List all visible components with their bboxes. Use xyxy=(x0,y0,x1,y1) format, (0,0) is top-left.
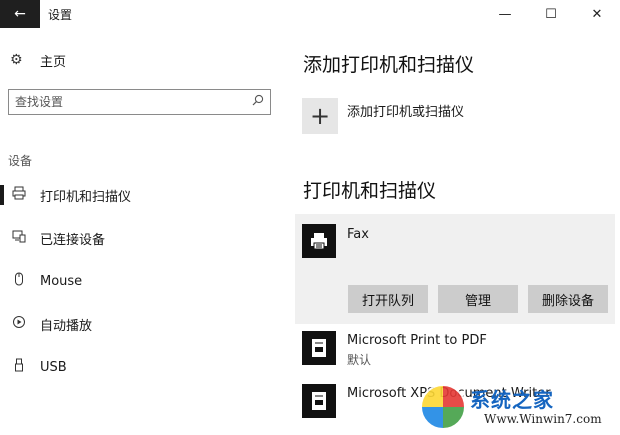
search-icon[interactable] xyxy=(252,94,264,110)
sidebar-item-autoplay[interactable]: 自动播放 xyxy=(0,307,290,341)
maximize-icon: ☐ xyxy=(545,6,557,22)
search-input[interactable] xyxy=(9,90,234,114)
sidebar-item-label: 打印机和扫描仪 xyxy=(40,189,132,205)
printer-item-fax[interactable]: Fax 打开队列 管理 删除设备 xyxy=(295,214,615,324)
add-printer-button[interactable]: + xyxy=(302,98,338,134)
close-button[interactable]: ✕ xyxy=(574,0,620,28)
plus-icon: + xyxy=(309,102,331,130)
window-title: 设置 xyxy=(48,8,73,22)
sidebar: ⚙ 主页 设备 打印机和扫描仪 已连接设备 Mouse 自动播放 xyxy=(0,28,290,435)
printer-name: Fax xyxy=(347,227,369,242)
sidebar-item-mouse[interactable]: Mouse xyxy=(0,264,290,298)
sidebar-item-label: Mouse xyxy=(40,273,83,289)
windows-logo-icon xyxy=(420,384,466,430)
maximize-button[interactable]: ☐ xyxy=(528,0,574,28)
open-queue-button[interactable]: 打开队列 xyxy=(348,285,428,313)
sidebar-item-label: 已连接设备 xyxy=(40,232,106,248)
sidebar-item-printers[interactable]: 打印机和扫描仪 xyxy=(0,178,290,212)
main-content: 添加打印机和扫描仪 + 添加打印机或扫描仪 打印机和扫描仪 Fax 打开队列 管… xyxy=(295,28,620,435)
printer-actions: 打开队列 管理 删除设备 xyxy=(348,285,608,313)
sidebar-item-usb[interactable]: USB xyxy=(0,350,290,384)
remove-device-button[interactable]: 删除设备 xyxy=(528,285,608,313)
printer-icon xyxy=(10,186,28,204)
watermark-url: Www.Winwin7.com xyxy=(484,412,602,426)
title-bar: ← 设置 — ☐ ✕ xyxy=(0,0,620,28)
fax-printer-icon xyxy=(302,224,336,258)
add-printer-label[interactable]: 添加打印机或扫描仪 xyxy=(347,101,464,120)
sidebar-item-label: 自动播放 xyxy=(40,318,93,334)
window-controls: — ☐ ✕ xyxy=(482,0,620,28)
home-label: 主页 xyxy=(40,54,67,70)
mouse-icon xyxy=(10,272,28,290)
section-label-devices: 设备 xyxy=(8,154,33,168)
xps-printer-icon xyxy=(302,384,336,418)
search-box xyxy=(8,89,271,115)
back-arrow-icon: ← xyxy=(14,6,26,22)
sidebar-item-connected-devices[interactable]: 已连接设备 xyxy=(0,221,290,255)
pdf-printer-icon xyxy=(302,331,336,365)
printer-name: Microsoft Print to PDF xyxy=(347,333,487,348)
watermark: 系统之家 Www.Winwin7.com xyxy=(420,378,620,434)
gear-icon: ⚙ xyxy=(10,52,23,68)
sidebar-item-label: USB xyxy=(40,359,67,375)
minimize-button[interactable]: — xyxy=(482,0,528,28)
watermark-brand: 系统之家 xyxy=(470,388,554,412)
back-button[interactable]: ← xyxy=(0,0,40,28)
printer-status: 默认 xyxy=(347,353,372,367)
add-heading: 添加打印机和扫描仪 xyxy=(303,54,475,76)
close-icon: ✕ xyxy=(591,6,603,22)
printer-item-pdf[interactable]: Microsoft Print to PDF 默认 xyxy=(295,327,615,373)
connected-devices-icon xyxy=(10,229,28,247)
minimize-icon: — xyxy=(498,6,512,22)
printers-heading: 打印机和扫描仪 xyxy=(303,180,437,202)
manage-button[interactable]: 管理 xyxy=(438,285,518,313)
usb-icon xyxy=(10,358,28,376)
autoplay-icon xyxy=(10,315,28,333)
sidebar-home[interactable]: ⚙ 主页 xyxy=(10,50,66,70)
